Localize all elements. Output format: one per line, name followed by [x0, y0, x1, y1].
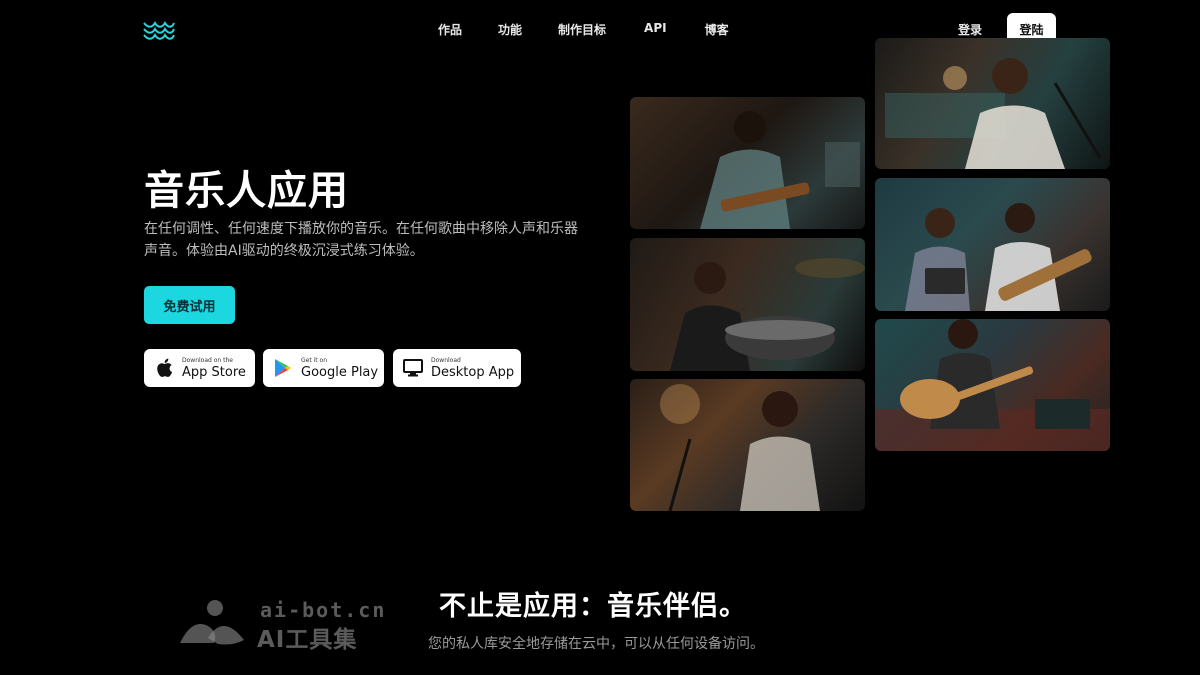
photo-guitarist-headphones — [630, 97, 865, 229]
login-link[interactable]: 登录 — [958, 21, 982, 38]
desktop-icon — [403, 358, 423, 378]
nav-link-works[interactable]: 作品 — [438, 21, 462, 38]
apple-icon — [154, 358, 174, 378]
app-store-label: App Store — [182, 364, 246, 380]
google-play-small: Get it on — [301, 356, 328, 364]
main-nav: 作品 功能 制作目标 API 博客 — [438, 21, 729, 38]
desktop-app-small: Download — [431, 356, 461, 364]
photo-drummer — [630, 238, 865, 371]
app-store-small: Download on the — [182, 356, 233, 364]
nav-link-goals[interactable]: 制作目标 — [558, 21, 606, 38]
google-play-button[interactable]: Get it on Google Play — [263, 349, 384, 387]
watermark-name: AI工具集 — [257, 627, 358, 653]
desktop-app-label: Desktop App — [431, 364, 515, 380]
hero-title: 音乐人应用 — [144, 168, 349, 214]
nav-link-api[interactable]: API — [644, 21, 667, 38]
google-play-text: Get it on Google Play — [301, 356, 379, 380]
watermark-logo-icon — [180, 600, 244, 645]
google-play-label: Google Play — [301, 364, 379, 380]
photo-bassist — [630, 379, 865, 511]
nav-link-features[interactable]: 功能 — [498, 21, 522, 38]
app-store-text: Download on the App Store — [182, 356, 246, 380]
page: 作品 功能 制作目标 API 博客 登录 登陆 音乐人应用 在任何调性、任何速度… — [0, 0, 1200, 675]
nav-link-blog[interactable]: 博客 — [705, 21, 729, 38]
hero-description: 在任何调性、任何速度下播放你的音乐。在任何歌曲中移除人声和乐器声音。体验由AI驱… — [144, 221, 578, 259]
photo-guitarist-sofa — [875, 319, 1110, 451]
watermark-domain: ai-bot.cn — [260, 598, 387, 622]
app-store-button[interactable]: Download on the App Store — [144, 349, 255, 387]
desktop-app-button[interactable]: Download Desktop App — [393, 349, 521, 387]
free-trial-button[interactable]: 免费试用 — [144, 286, 235, 324]
photo-singer — [875, 38, 1110, 169]
logo-icon[interactable] — [143, 20, 175, 40]
desktop-app-text: Download Desktop App — [431, 356, 515, 380]
photo-duo-guitar-tablet — [875, 178, 1110, 311]
google-play-icon — [273, 358, 293, 378]
